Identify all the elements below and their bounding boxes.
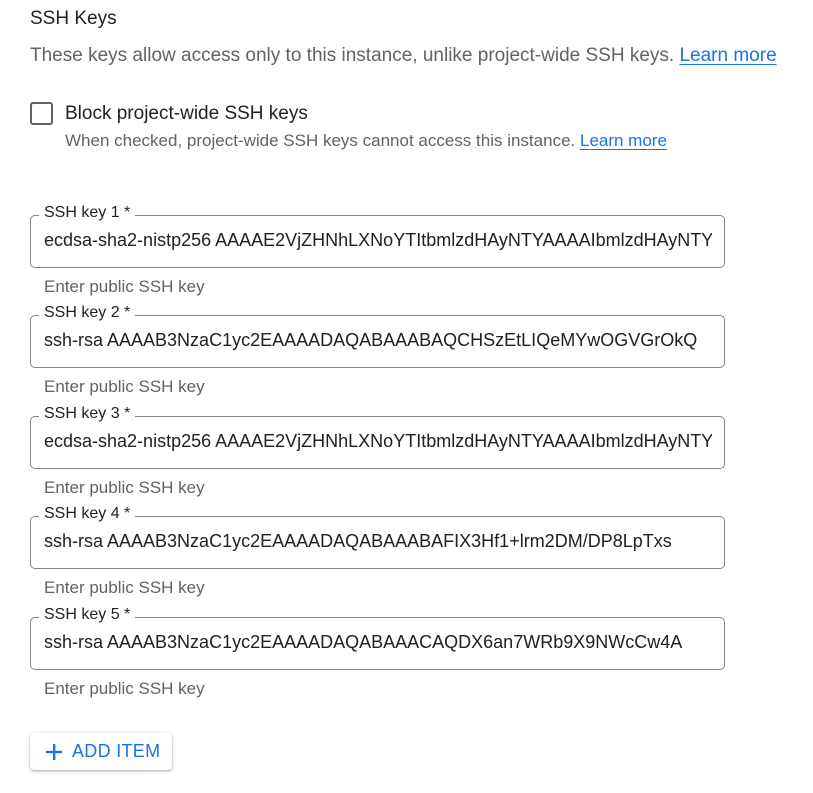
ssh-key-label-2: SSH key 2 * xyxy=(39,304,136,322)
ssh-key-hint-4: Enter public SSH key xyxy=(44,578,205,597)
plus-icon xyxy=(46,743,62,760)
help-text: When checked, project-wide SSH keys cann… xyxy=(65,131,576,150)
block-project-keys-label[interactable]: Block project-wide SSH keys xyxy=(65,103,308,125)
learn-more-link[interactable]: Learn more xyxy=(580,131,667,150)
add-item-label: ADD ITEM xyxy=(72,741,161,761)
ssh-key-value-5[interactable]: ssh-rsa AAAAB3NzaC1yc2EAAAADAQABAAACAQDX… xyxy=(44,632,712,653)
ssh-key-value-1[interactable]: ecdsa-sha2-nistp256 AAAAE2VjZHNhLXNoYTIt… xyxy=(44,230,712,251)
add-item-button[interactable]: ADD ITEM xyxy=(30,733,173,770)
ssh-key-value-4[interactable]: ssh-rsa AAAAB3NzaC1yc2EAAAADAQABAAABAFIX… xyxy=(44,531,712,552)
ssh-key-hint-5: Enter public SSH key xyxy=(44,679,205,698)
ssh-keys-section: SSH Keys These keys allow access only to… xyxy=(0,0,813,793)
ssh-key-label-5: SSH key 5 * xyxy=(39,606,136,624)
ssh-key-hint-3: Enter public SSH key xyxy=(44,478,205,497)
ssh-key-hint-2: Enter public SSH key xyxy=(44,377,205,396)
ssh-key-label-3: SSH key 3 * xyxy=(39,405,136,423)
learn-more-link[interactable]: Learn more xyxy=(679,45,776,66)
section-title: SSH Keys xyxy=(30,8,117,29)
block-project-keys-help: When checked, project-wide SSH keys cann… xyxy=(65,131,667,151)
description-text: These keys allow access only to this ins… xyxy=(30,45,675,66)
ssh-key-value-2[interactable]: ssh-rsa AAAAB3NzaC1yc2EAAAADAQABAAABAQCH… xyxy=(44,330,712,351)
section-description: These keys allow access only to this ins… xyxy=(30,45,777,67)
ssh-key-value-3[interactable]: ecdsa-sha2-nistp256 AAAAE2VjZHNhLXNoYTIt… xyxy=(44,431,712,452)
ssh-key-label-1: SSH key 1 * xyxy=(39,204,136,222)
ssh-key-hint-1: Enter public SSH key xyxy=(44,277,205,296)
block-project-keys-checkbox[interactable] xyxy=(30,102,53,125)
ssh-key-label-4: SSH key 4 * xyxy=(39,505,136,523)
